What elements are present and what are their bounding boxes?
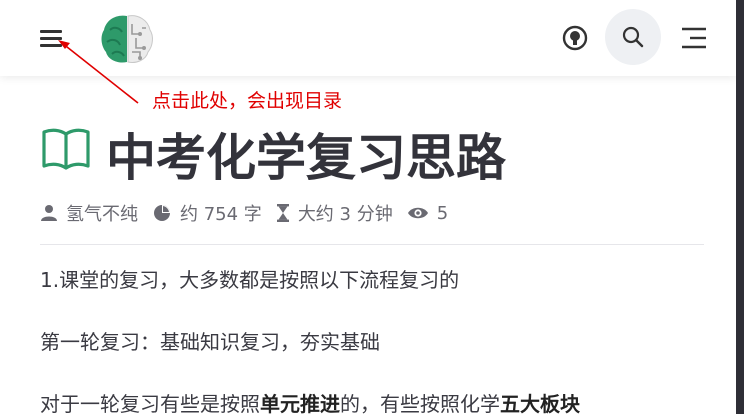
- search-button[interactable]: [605, 9, 661, 65]
- paragraph-3-text-b: 的，有些按照化学: [340, 392, 500, 414]
- eye-icon: [407, 207, 428, 219]
- menu-icon: [40, 30, 62, 33]
- menu-toggle-button[interactable]: [38, 27, 66, 49]
- word-count: 约 754 字: [180, 204, 262, 225]
- meta-word-count: 约 754 字: [152, 200, 262, 226]
- divider: [40, 244, 704, 245]
- meta-read-time: 大约 3 分钟: [276, 200, 393, 226]
- hourglass-icon: [276, 204, 289, 222]
- page-title: 中考化学复习思路: [106, 129, 506, 187]
- site-header: [0, 0, 736, 76]
- pie-chart-icon: [154, 205, 170, 221]
- author-name: 氢气不纯: [66, 204, 138, 225]
- paragraph-3-bold-b: 五大板块: [500, 392, 580, 414]
- article-paragraph-1: 1.课堂的复习，大多数都是按照以下流程复习的: [40, 268, 460, 292]
- bulb-icon[interactable]: [561, 24, 589, 52]
- brain-logo[interactable]: [98, 12, 156, 66]
- article-paragraph-3: 对于一轮复习有些是按照单元推进的，有些按照化学五大板块: [40, 388, 580, 414]
- read-time: 大约 3 分钟: [297, 204, 393, 225]
- meta-views: 5: [407, 203, 448, 224]
- article-paragraph-2: 第一轮复习：基础知识复习，夯实基础: [40, 330, 380, 354]
- search-icon: [622, 26, 644, 48]
- article-meta: 氢气不纯 约 754 字 大约 3 分钟 5: [40, 199, 462, 227]
- book-icon: [42, 128, 90, 170]
- meta-author[interactable]: 氢气不纯: [40, 200, 138, 226]
- toc-icon[interactable]: [680, 26, 708, 50]
- paragraph-3-text-a: 对于一轮复习有些是按照: [40, 392, 260, 414]
- paragraph-3-bold-a: 单元推进: [260, 392, 340, 414]
- page: 点击此处，会出现目录 中考化学复习思路 氢气不纯 约 754 字 大约 3 分钟…: [0, 0, 736, 414]
- user-icon: [41, 205, 57, 221]
- annotation-callout: 点击此处，会出现目录: [152, 90, 343, 112]
- view-count: 5: [436, 202, 449, 224]
